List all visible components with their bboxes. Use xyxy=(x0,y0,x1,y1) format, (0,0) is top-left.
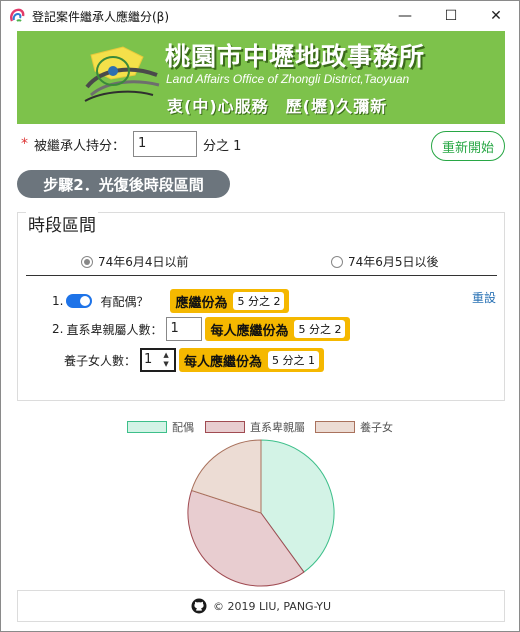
close-button[interactable]: ✕ xyxy=(473,1,519,31)
title-bar: 登記案件繼承人應繼分(β) — ☐ ✕ xyxy=(1,1,519,31)
adopted-result-value: 5 分之 1 xyxy=(268,351,320,369)
spouse-label: 有配偶？ xyxy=(100,294,149,309)
reset-link[interactable]: 重設 xyxy=(472,289,496,306)
radio-before-label: 74年6月4日以前 xyxy=(98,255,189,269)
required-mark: * xyxy=(21,136,28,152)
office-banner: 桃園市中壢地政事務所 Land Affairs Office of Zhongl… xyxy=(17,31,505,124)
window-title: 登記案件繼承人應繼分(β) xyxy=(32,10,170,24)
banner-slogan: 衷(中)心服務 歷(壢)久彌新 xyxy=(167,97,388,116)
spouse-result-badge: 應繼份為 5 分之 2 xyxy=(170,289,290,313)
adopted-label: 養子女人數： xyxy=(64,353,137,368)
radio-before[interactable]: 74年6月4日以前 xyxy=(81,253,189,270)
adopted-result-badge: 每人應繼份為 5 分之 1 xyxy=(179,348,325,372)
legend-swatch-lineal xyxy=(205,421,245,433)
app-window: 登記案件繼承人應繼分(β) — ☐ ✕ 桃園市中壢地政事務所 Land Affa… xyxy=(0,0,520,632)
maximize-button[interactable]: ☐ xyxy=(428,1,474,31)
adopted-row: 養子女人數： 1 ▲ ▼ 每人應繼份為 5 分之 1 xyxy=(64,348,325,372)
radio-after-button[interactable] xyxy=(331,255,343,268)
radio-before-button[interactable] xyxy=(81,255,93,268)
lineal-result-badge: 每人應繼份為 5 分之 2 xyxy=(205,317,351,341)
radio-after-label: 74年6月5日以後 xyxy=(348,255,439,269)
app-icon xyxy=(10,8,25,22)
chart-legend: 配偶 直系卑親屬 養子女 xyxy=(1,419,520,434)
lineal-result-label: 每人應繼份為 xyxy=(210,323,289,339)
share-label: 被繼承人持分： xyxy=(34,138,126,154)
lineal-result-value: 5 分之 2 xyxy=(294,320,346,338)
divider xyxy=(26,275,497,276)
adopted-count-value: 1 xyxy=(144,352,153,367)
share-input[interactable]: 1 xyxy=(133,131,198,157)
inheritance-pie-chart xyxy=(187,439,335,587)
period-fieldset: 時段區間 74年6月4日以前 74年6月5日以後 重設 1. 有配偶？ 應繼份為… xyxy=(17,211,505,401)
github-icon[interactable] xyxy=(191,598,207,614)
spinner-arrows-icon[interactable]: ▲ ▼ xyxy=(160,351,172,369)
banner-subtitle: Land Affairs Office of Zhongli District,… xyxy=(166,72,410,86)
spouse-result-label: 應繼份為 xyxy=(175,295,228,311)
share-suffix: 分之 1 xyxy=(203,138,242,154)
radio-after[interactable]: 74年6月5日以後 xyxy=(331,253,439,270)
share-row: * 被繼承人持分： 1 分之 1 xyxy=(21,131,241,157)
spouse-index: 1. xyxy=(52,294,64,308)
lineal-label: 直系卑親屬人數： xyxy=(66,322,163,337)
adopted-count-input[interactable]: 1 ▲ ▼ xyxy=(140,348,177,372)
period-legend: 時段區間 xyxy=(26,211,98,236)
office-logo xyxy=(84,46,160,102)
banner-title: 桃園市中壢地政事務所 xyxy=(165,42,426,71)
lineal-row: 2. 直系卑親屬人數： 1 每人應繼份為 5 分之 2 xyxy=(52,317,351,341)
adopted-result-label: 每人應繼份為 xyxy=(184,354,263,370)
step-heading: 步驟2．光復後時段區間 xyxy=(17,170,230,198)
legend-label-adopted: 養子女 xyxy=(360,421,393,434)
footer-text: © 2019 LIU, PANG-YU xyxy=(212,599,332,613)
spouse-toggle[interactable] xyxy=(66,294,93,308)
restart-button[interactable]: 重新開始 xyxy=(431,131,505,161)
minimize-button[interactable]: — xyxy=(382,1,428,31)
legend-swatch-spouse xyxy=(127,421,167,433)
spouse-result-value: 5 分之 2 xyxy=(233,292,285,310)
spouse-row: 1. 有配偶？ 應繼份為 5 分之 2 xyxy=(52,289,290,313)
footer: © 2019 LIU, PANG-YU xyxy=(17,590,505,622)
legend-swatch-adopted xyxy=(315,421,355,433)
lineal-index: 2. xyxy=(52,322,64,336)
lineal-count-input[interactable]: 1 xyxy=(166,317,203,341)
